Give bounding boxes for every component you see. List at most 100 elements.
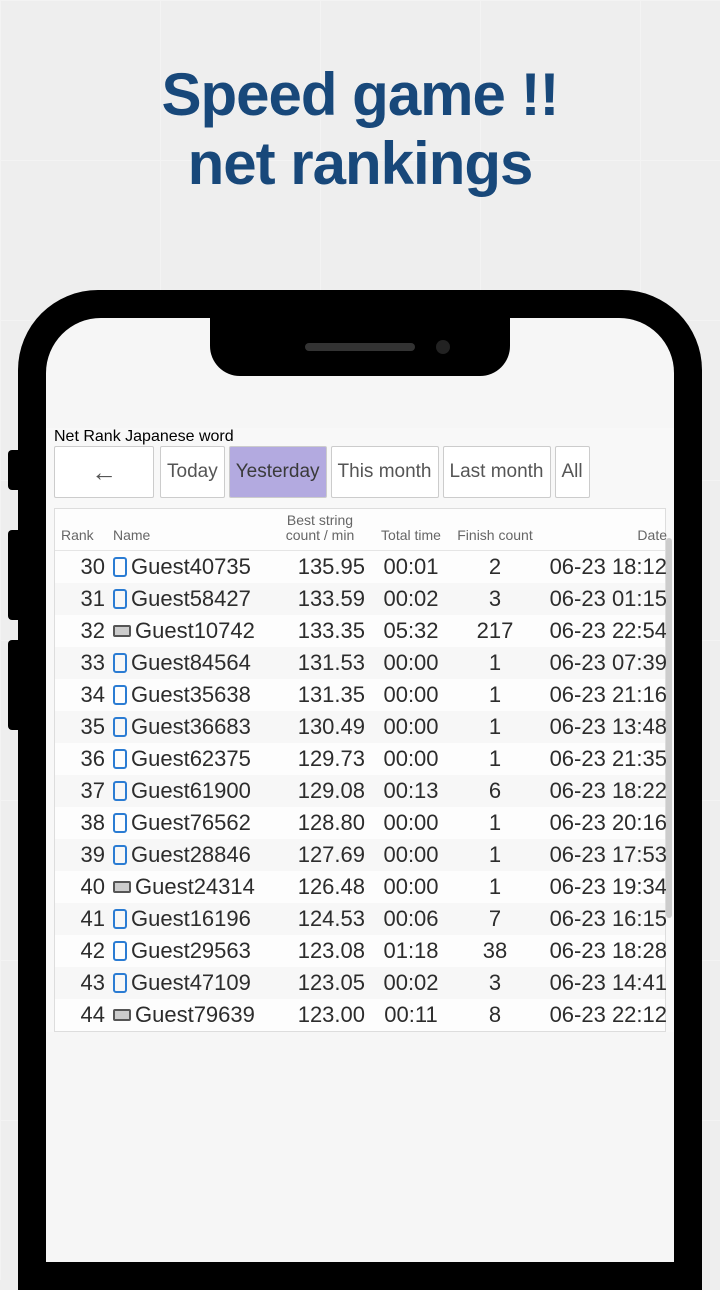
mobile-icon xyxy=(113,973,127,993)
cell-name: Guest29563 xyxy=(113,938,271,964)
table-header-row: Rank Name Best string count / min Total … xyxy=(55,509,665,551)
cell-count: 1 xyxy=(457,650,533,676)
player-name: Guest28846 xyxy=(131,842,251,868)
cell-date: 06-23 20:16 xyxy=(537,810,667,836)
table-row[interactable]: 30Guest40735135.9500:01206-23 18:12 xyxy=(55,551,665,583)
table-row[interactable]: 36Guest62375129.7300:00106-23 21:35 xyxy=(55,743,665,775)
cell-time: 00:02 xyxy=(369,586,453,612)
tab-yesterday[interactable]: Yesterday xyxy=(229,446,327,498)
mobile-icon xyxy=(113,717,127,737)
table-row[interactable]: 41Guest16196124.5300:06706-23 16:15 xyxy=(55,903,665,935)
table-row[interactable]: 33Guest84564131.5300:00106-23 07:39 xyxy=(55,647,665,679)
cell-rank: 34 xyxy=(61,682,109,708)
cell-score: 127.69 xyxy=(275,842,365,868)
player-name: Guest40735 xyxy=(131,554,251,580)
cell-time: 00:00 xyxy=(369,682,453,708)
col-time: Total time xyxy=(369,528,453,543)
cell-rank: 30 xyxy=(61,554,109,580)
table-row[interactable]: 42Guest29563123.0801:183806-23 18:28 xyxy=(55,935,665,967)
tab-this-month[interactable]: This month xyxy=(331,446,439,498)
headline-line-1: Speed game !! xyxy=(0,60,720,129)
table-row[interactable]: 38Guest76562128.8000:00106-23 20:16 xyxy=(55,807,665,839)
cell-count: 1 xyxy=(457,714,533,740)
tab-all[interactable]: All xyxy=(555,446,590,498)
desktop-icon xyxy=(113,625,131,637)
cell-score: 129.08 xyxy=(275,778,365,804)
cell-score: 126.48 xyxy=(275,874,365,900)
cell-date: 06-23 22:54 xyxy=(537,618,667,644)
cell-date: 06-23 18:12 xyxy=(537,554,667,580)
cell-rank: 35 xyxy=(61,714,109,740)
cell-time: 00:00 xyxy=(369,874,453,900)
cell-date: 06-23 07:39 xyxy=(537,650,667,676)
table-row[interactable]: 32Guest10742133.3505:3221706-23 22:54 xyxy=(55,615,665,647)
mobile-icon xyxy=(113,749,127,769)
cell-count: 217 xyxy=(457,618,533,644)
cell-rank: 44 xyxy=(61,1002,109,1028)
table-row[interactable]: 44Guest79639123.0000:11806-23 22:12 xyxy=(55,999,665,1031)
cell-rank: 31 xyxy=(61,586,109,612)
headline-line-2: net rankings xyxy=(0,129,720,198)
mobile-icon xyxy=(113,909,127,929)
cell-rank: 41 xyxy=(61,906,109,932)
mobile-icon xyxy=(113,813,127,833)
table-row[interactable]: 31Guest58427133.5900:02306-23 01:15 xyxy=(55,583,665,615)
table-row[interactable]: 40Guest24314126.4800:00106-23 19:34 xyxy=(55,871,665,903)
cell-rank: 37 xyxy=(61,778,109,804)
cell-date: 06-23 16:15 xyxy=(537,906,667,932)
cell-time: 00:00 xyxy=(369,746,453,772)
table-row[interactable]: 43Guest47109123.0500:02306-23 14:41 xyxy=(55,967,665,999)
cell-score: 133.59 xyxy=(275,586,365,612)
cell-rank: 43 xyxy=(61,970,109,996)
cell-score: 124.53 xyxy=(275,906,365,932)
cell-name: Guest62375 xyxy=(113,746,271,772)
cell-count: 3 xyxy=(457,586,533,612)
player-name: Guest16196 xyxy=(131,906,251,932)
cell-time: 00:02 xyxy=(369,970,453,996)
col-count: Finish count xyxy=(457,528,533,543)
cell-name: Guest61900 xyxy=(113,778,271,804)
back-button[interactable]: ← xyxy=(54,446,154,498)
cell-name: Guest47109 xyxy=(113,970,271,996)
table-row[interactable]: 35Guest36683130.4900:00106-23 13:48 xyxy=(55,711,665,743)
cell-name: Guest16196 xyxy=(113,906,271,932)
ranking-table: Rank Name Best string count / min Total … xyxy=(54,508,666,1032)
phone-frame: Net Rank Japanese word ← TodayYesterdayT… xyxy=(18,290,702,1290)
player-name: Guest62375 xyxy=(131,746,251,772)
cell-name: Guest10742 xyxy=(113,618,271,644)
cell-count: 38 xyxy=(457,938,533,964)
cell-time: 00:00 xyxy=(369,650,453,676)
desktop-icon xyxy=(113,881,131,893)
cell-score: 135.95 xyxy=(275,554,365,580)
tab-last-month[interactable]: Last month xyxy=(443,446,551,498)
cell-rank: 39 xyxy=(61,842,109,868)
cell-name: Guest84564 xyxy=(113,650,271,676)
table-row[interactable]: 39Guest28846127.6900:00106-23 17:53 xyxy=(55,839,665,871)
phone-side-button xyxy=(8,640,18,730)
table-row[interactable]: 37Guest61900129.0800:13606-23 18:22 xyxy=(55,775,665,807)
mobile-icon xyxy=(113,589,127,609)
cell-rank: 38 xyxy=(61,810,109,836)
player-name: Guest61900 xyxy=(131,778,251,804)
scrollbar[interactable] xyxy=(666,538,672,918)
cell-date: 06-23 21:35 xyxy=(537,746,667,772)
cell-count: 2 xyxy=(457,554,533,580)
cell-count: 1 xyxy=(457,746,533,772)
cell-score: 123.00 xyxy=(275,1002,365,1028)
cell-score: 123.08 xyxy=(275,938,365,964)
tab-today[interactable]: Today xyxy=(160,446,225,498)
cell-score: 131.53 xyxy=(275,650,365,676)
cell-time: 05:32 xyxy=(369,618,453,644)
cell-score: 123.05 xyxy=(275,970,365,996)
phone-side-button xyxy=(8,450,18,490)
table-row[interactable]: 34Guest35638131.3500:00106-23 21:16 xyxy=(55,679,665,711)
cell-rank: 40 xyxy=(61,874,109,900)
cell-rank: 32 xyxy=(61,618,109,644)
cell-date: 06-23 17:53 xyxy=(537,842,667,868)
cell-count: 8 xyxy=(457,1002,533,1028)
cell-date: 06-23 01:15 xyxy=(537,586,667,612)
speaker-icon xyxy=(305,343,415,351)
cell-rank: 42 xyxy=(61,938,109,964)
app-title: Net Rank Japanese word xyxy=(54,428,666,446)
player-name: Guest24314 xyxy=(135,874,255,900)
